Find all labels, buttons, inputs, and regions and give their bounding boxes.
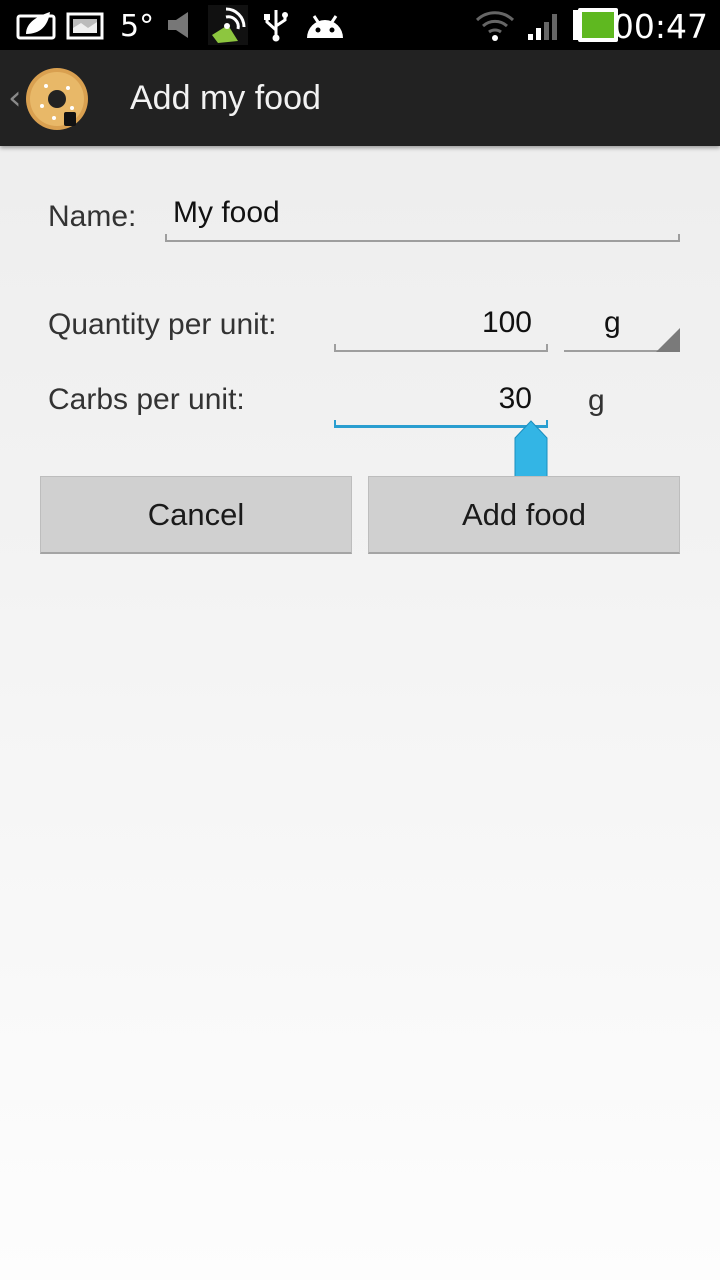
status-bar: 5° 00:47 xyxy=(0,0,720,50)
clock-text: 00:47 xyxy=(612,7,708,46)
action-bar: ‹ Add my food xyxy=(0,50,720,146)
app-notification-icon xyxy=(208,5,248,45)
cancel-button[interactable]: Cancel xyxy=(40,476,352,554)
quantity-value: 100 xyxy=(481,306,532,339)
name-label: Name: xyxy=(48,200,137,233)
signal-icon xyxy=(528,14,557,40)
media-mute-icon xyxy=(168,12,188,38)
android-debug-icon xyxy=(307,15,343,38)
name-value: My food xyxy=(173,196,280,229)
quantity-unit-value: g xyxy=(604,306,621,339)
leaf-battery-saver-icon xyxy=(16,12,56,40)
carbs-unit-text: g xyxy=(588,384,605,417)
name-field-underline xyxy=(165,234,680,242)
quantity-field-underline xyxy=(334,344,548,352)
add-food-button[interactable]: Add food xyxy=(368,476,680,554)
wifi-icon xyxy=(475,11,515,41)
carbs-value: 30 xyxy=(498,382,532,415)
quantity-unit-spinner[interactable]: g xyxy=(564,300,680,352)
usb-icon xyxy=(264,10,288,42)
name-field[interactable]: My food xyxy=(165,190,680,242)
dropdown-triangle-icon xyxy=(656,328,680,352)
carbs-label: Carbs per unit: xyxy=(48,383,245,416)
chevron-left-icon[interactable]: ‹ xyxy=(8,78,22,118)
temperature-text: 5° xyxy=(120,9,155,44)
quantity-label: Quantity per unit: xyxy=(48,308,277,341)
donut-logo-icon[interactable] xyxy=(24,66,90,132)
quantity-field[interactable]: 100 xyxy=(334,300,548,352)
gallery-icon xyxy=(66,12,104,40)
page-title: Add my food xyxy=(130,79,321,117)
